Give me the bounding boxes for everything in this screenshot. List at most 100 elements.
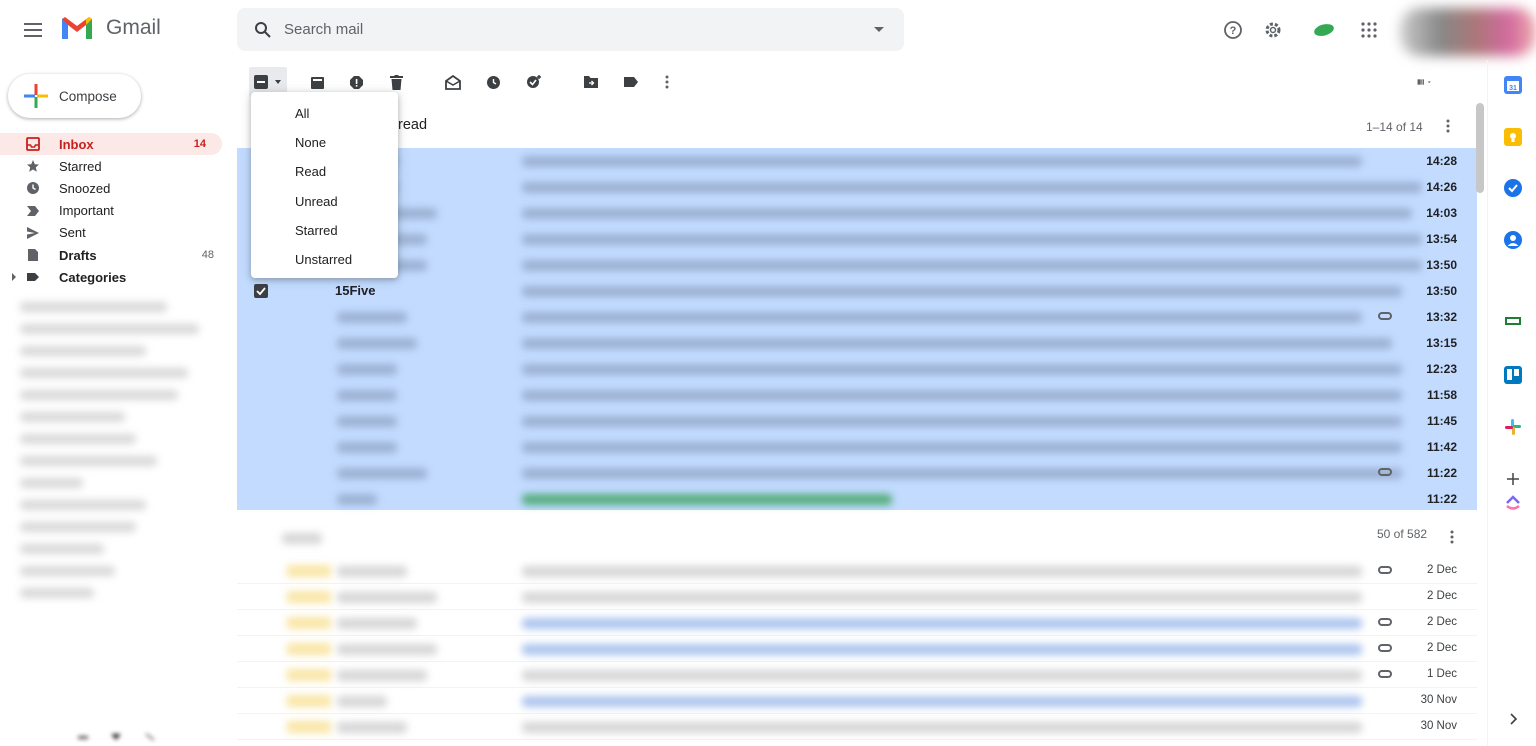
account-avatar[interactable] (1400, 8, 1536, 56)
star-icon[interactable] (287, 617, 331, 629)
email-row[interactable]: 2 Dec (237, 584, 1477, 610)
addon-icon[interactable] (1504, 312, 1522, 330)
row-checkbox-icon[interactable] (254, 284, 268, 298)
email-row[interactable]: 11:42 (237, 434, 1477, 460)
email-row[interactable]: 2 Dec (237, 610, 1477, 636)
search-icon[interactable] (254, 21, 272, 39)
help-icon[interactable]: ? (1222, 19, 1244, 41)
sidebar-item-label: Categories (59, 269, 127, 285)
email-row[interactable]: 13:32 (237, 304, 1477, 330)
search-options-icon[interactable] (874, 27, 884, 32)
expand-panel-icon[interactable] (1504, 710, 1522, 728)
svg-text:?: ? (1230, 25, 1237, 37)
slack-icon[interactable] (1504, 418, 1522, 436)
calendar-icon[interactable]: 31 (1504, 76, 1522, 94)
mark-as-read-icon[interactable] (445, 74, 461, 90)
subject-snippet (522, 442, 1402, 453)
bottom-sidebar-controls[interactable] (78, 728, 158, 746)
email-row[interactable]: 2 Dec (237, 636, 1477, 662)
sender (337, 494, 377, 505)
section-more-icon[interactable] (1440, 118, 1456, 134)
expand-arrow-icon[interactable] (12, 273, 16, 282)
star-icon[interactable] (287, 695, 331, 707)
email-row[interactable]: 13:15 (237, 330, 1477, 356)
email-row[interactable]: 13:50 (237, 252, 1477, 278)
email-row[interactable]: 14:03 (237, 200, 1477, 226)
sender-name: 15Five (335, 283, 376, 298)
settings-gear-icon[interactable] (1262, 19, 1284, 41)
list-scrollbar[interactable] (1476, 103, 1484, 193)
attachment-icon (1378, 618, 1392, 626)
sidebar-item-label: Drafts (59, 247, 97, 263)
add-addon-icon[interactable] (1504, 470, 1522, 488)
delete-icon[interactable] (388, 74, 404, 90)
subject-snippet (522, 312, 1362, 323)
search-input[interactable]: Search mail (284, 21, 363, 38)
email-row[interactable]: 11:22 (237, 486, 1477, 512)
split-view-toggle-icon[interactable] (1417, 74, 1433, 90)
star-icon[interactable] (287, 669, 331, 681)
gmail-logo[interactable]: Gmail (60, 15, 161, 41)
select-option-none[interactable]: None (251, 128, 398, 157)
contacts-icon[interactable] (1504, 231, 1522, 249)
subject-snippet (522, 670, 1362, 681)
select-option-unread[interactable]: Unread (251, 187, 398, 216)
email-row[interactable]: 1 Dec (237, 662, 1477, 688)
star-icon[interactable] (287, 565, 331, 577)
email-row[interactable]: 30 Nov (237, 688, 1477, 714)
compose-button[interactable]: Compose (8, 74, 141, 118)
select-option-read[interactable]: Read (251, 157, 398, 186)
bottom-partial-row (237, 737, 1477, 746)
clickup-icon[interactable] (1504, 492, 1522, 510)
star-icon[interactable] (287, 721, 331, 733)
more-options-icon[interactable] (659, 74, 675, 90)
sidebar-item-categories[interactable]: Categories (0, 266, 230, 288)
search-bar[interactable]: Search mail (237, 8, 904, 51)
report-spam-icon[interactable] (348, 74, 364, 90)
select-option-unstarred[interactable]: Unstarred (251, 245, 398, 274)
attachment-icon (1378, 566, 1392, 574)
email-row[interactable]: 11:22 (237, 460, 1477, 486)
email-row[interactable]: 14:28 (237, 148, 1477, 174)
select-option-all[interactable]: All (251, 99, 398, 128)
email-row[interactable]: 11:45 (237, 408, 1477, 434)
move-to-folder-icon[interactable] (583, 74, 599, 90)
archive-icon[interactable] (309, 74, 325, 90)
sidebar-item-sent[interactable]: Sent (0, 222, 230, 244)
subject-snippet (522, 592, 1362, 603)
sidebar-item-snoozed[interactable]: Snoozed (0, 177, 230, 199)
status-leaf-icon[interactable] (1313, 19, 1335, 41)
list-toolbar (237, 62, 1477, 102)
subject-snippet (522, 468, 1402, 479)
email-row[interactable]: 15Five 13:50 (237, 278, 1477, 304)
star-icon[interactable] (287, 643, 331, 655)
section2-more-icon[interactable] (1444, 529, 1460, 545)
add-to-tasks-icon[interactable] (526, 74, 542, 90)
sidebar-item-label: Snoozed (59, 180, 111, 196)
email-row[interactable]: 14:26 (237, 174, 1477, 200)
select-option-starred[interactable]: Starred (251, 216, 398, 245)
sender (337, 722, 407, 733)
attachment-icon (1378, 468, 1392, 476)
chevron-down-icon (275, 80, 281, 84)
sidebar-item-important[interactable]: Important (0, 200, 230, 222)
main-menu-icon[interactable] (22, 20, 44, 40)
sidebar-item-starred[interactable]: Starred (0, 155, 230, 177)
email-row[interactable]: 13:54 (237, 226, 1477, 252)
apps-grid-icon[interactable] (1358, 19, 1380, 41)
email-row[interactable]: 11:58 (237, 382, 1477, 408)
attachment-icon (1378, 670, 1392, 678)
section2-title (282, 533, 322, 544)
tasks-icon[interactable] (1504, 179, 1522, 197)
trello-icon[interactable] (1504, 366, 1522, 384)
star-icon[interactable] (287, 591, 331, 603)
email-row[interactable]: 2 Dec (237, 558, 1477, 584)
email-row[interactable]: 12:23 (237, 356, 1477, 382)
snooze-clock-icon[interactable] (485, 74, 501, 90)
label-tag-icon[interactable] (623, 74, 639, 90)
subject-snippet (522, 286, 1402, 297)
subject-snippet (522, 234, 1422, 245)
keep-icon[interactable] (1504, 128, 1522, 146)
sidebar-item-inbox[interactable]: Inbox 14 (0, 133, 222, 156)
sidebar-item-drafts[interactable]: Drafts 48 (0, 244, 230, 266)
